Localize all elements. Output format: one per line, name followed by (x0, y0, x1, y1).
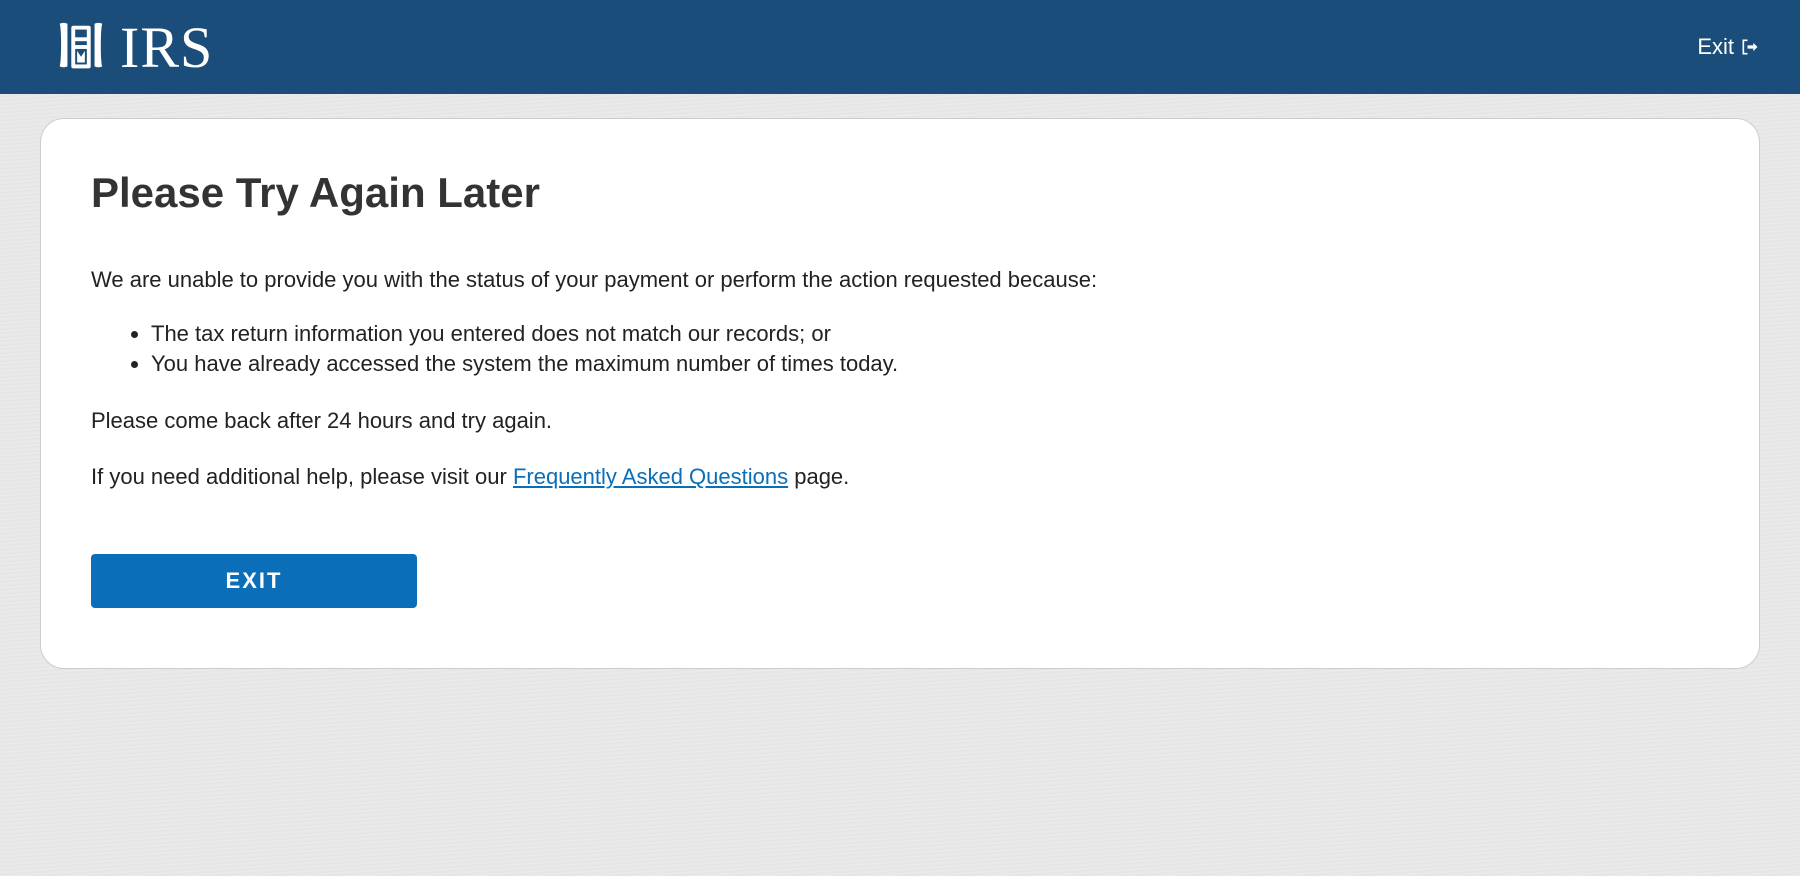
help-text: If you need additional help, please visi… (91, 462, 1709, 492)
help-suffix: page. (788, 464, 849, 489)
exit-link-label: Exit (1697, 34, 1734, 60)
list-item: The tax return information you entered d… (151, 319, 1709, 350)
list-item: You have already accessed the system the… (151, 349, 1709, 380)
intro-text: We are unable to provide you with the st… (91, 265, 1709, 295)
exit-button[interactable]: EXIT (91, 554, 417, 608)
sign-out-icon (1740, 37, 1760, 57)
retry-text: Please come back after 24 hours and try … (91, 406, 1709, 436)
content-wrapper: Please Try Again Later We are unable to … (0, 94, 1800, 693)
irs-seal-icon (50, 16, 112, 78)
faq-link[interactable]: Frequently Asked Questions (513, 464, 788, 489)
site-header: IRS Exit (0, 0, 1800, 94)
irs-logo-text: IRS (120, 14, 213, 81)
message-card: Please Try Again Later We are unable to … (40, 118, 1760, 669)
reason-list: The tax return information you entered d… (91, 319, 1709, 381)
page-title: Please Try Again Later (91, 169, 1709, 217)
help-prefix: If you need additional help, please visi… (91, 464, 513, 489)
exit-link-header[interactable]: Exit (1697, 34, 1760, 60)
irs-logo: IRS (50, 14, 213, 81)
